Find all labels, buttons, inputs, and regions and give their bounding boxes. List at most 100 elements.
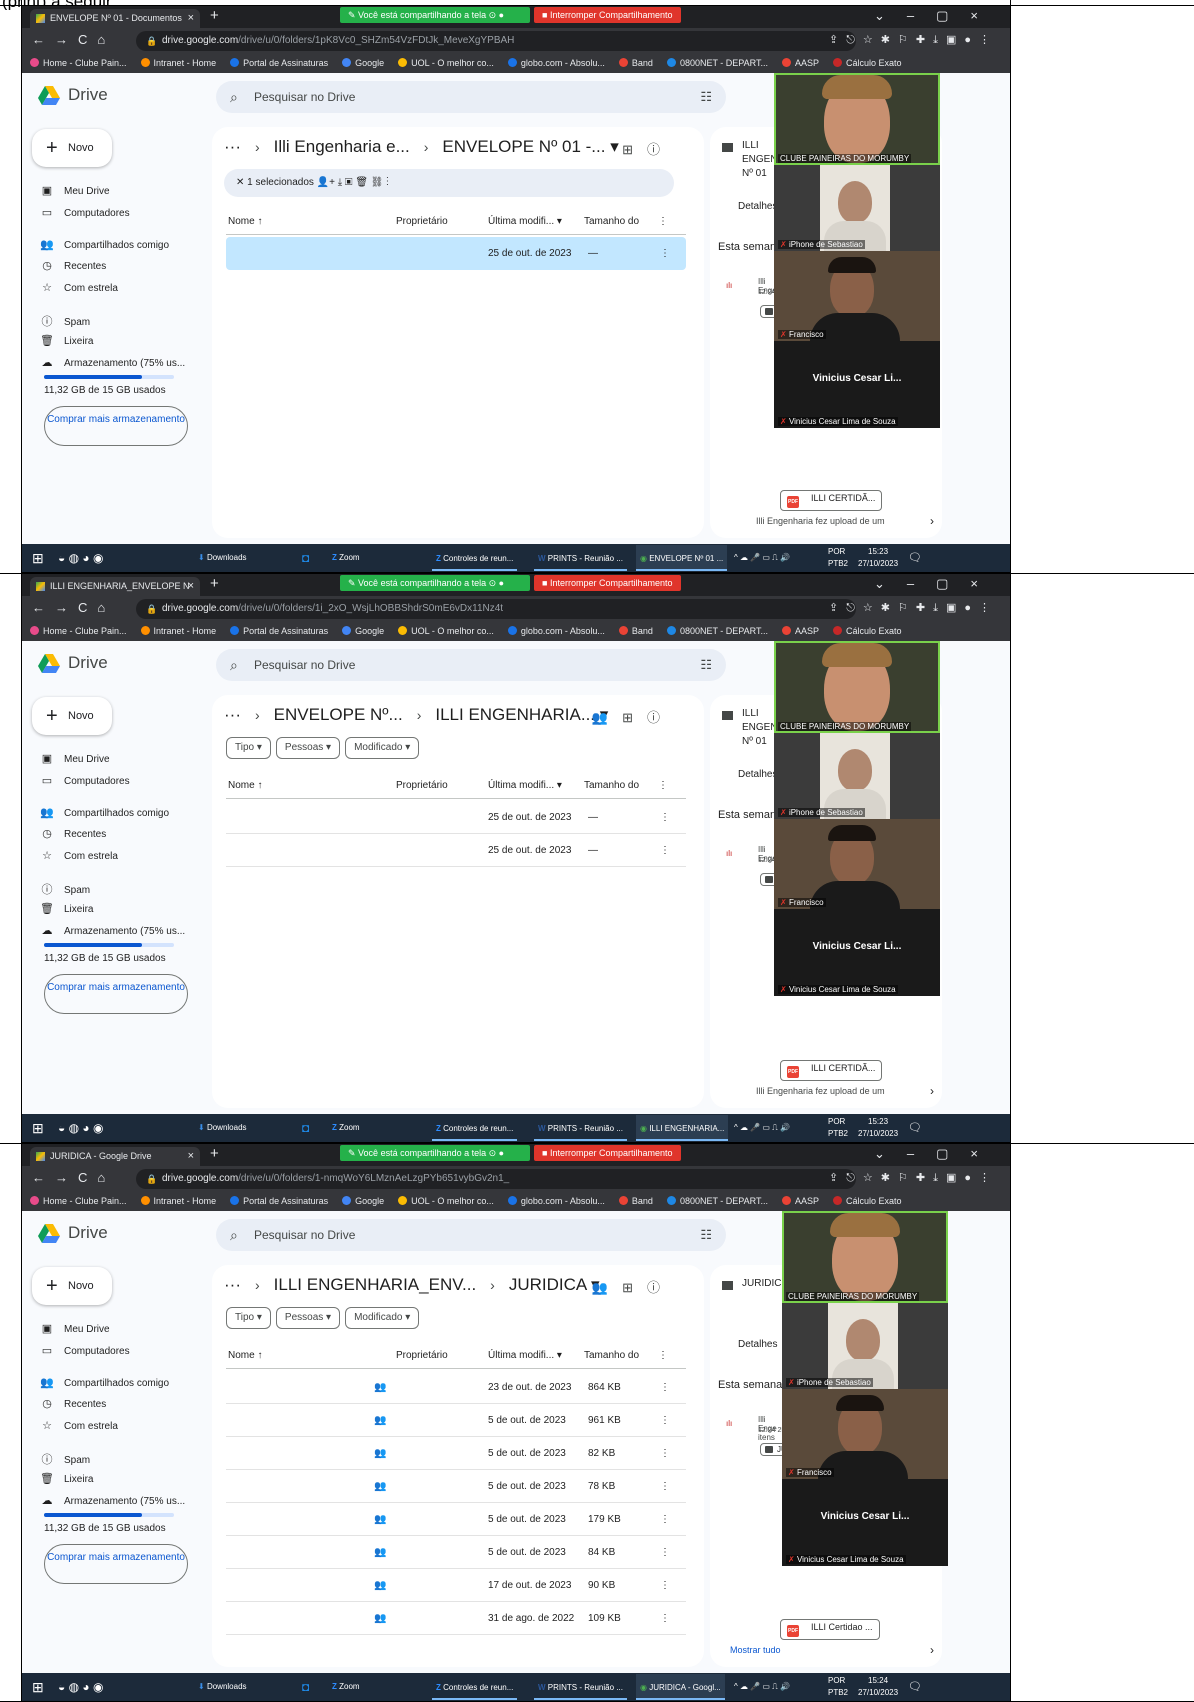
bookmark-item[interactable]: globo.com - Absolu...	[507, 58, 605, 68]
bookmark-item[interactable]: Intranet - Home	[140, 626, 216, 636]
activity-file-chip[interactable]: PDF ILLI CERTIDÃ...	[780, 1060, 883, 1081]
navigation-buttons[interactable]: ←→C⌂	[32, 600, 115, 615]
row-more-icon[interactable]: ⋮	[660, 1470, 670, 1503]
filter-options-icon[interactable]: ☷	[700, 1219, 712, 1251]
outlook-icon[interactable]: ◘	[302, 544, 309, 572]
url-field[interactable]: 🔒 drive.google.com/drive/u/0/folders/1-nm…	[136, 1169, 856, 1189]
sidebar-item-storage[interactable]: ☁ Armazenamento (75% us...	[40, 924, 186, 937]
activity-file-chip[interactable]: PDF ILLI Certidao ...	[780, 1619, 880, 1640]
video-tile[interactable]: Vinicius Cesar Li... ✗ Vinicius Cesar Lim…	[774, 909, 940, 996]
bookmark-item[interactable]: Portal de Assinaturas	[230, 626, 328, 636]
notifications-icon[interactable]: 🗨	[908, 544, 922, 572]
window-controls[interactable]: ⌄–▢×	[874, 576, 1000, 592]
sidebar-item-trash[interactable]: 🗑 Lixeira	[40, 902, 93, 915]
close-tab-icon[interactable]: ×	[188, 9, 194, 28]
sidebar-item-starred[interactable]: ☆ Com estrela	[40, 281, 118, 294]
video-tile[interactable]: ✗ Francisco	[774, 819, 940, 909]
bookmark-item[interactable]: Home - Clube Pain...	[30, 626, 127, 636]
navigation-buttons[interactable]: ←→C⌂	[32, 1170, 115, 1185]
table-row[interactable]: PDFILLI Certidao Simplifi...👥ılıIlli Eng…	[226, 1503, 686, 1536]
outlook-icon[interactable]: ◘	[302, 1114, 309, 1142]
filter-chip[interactable]: Tipo ▾	[226, 1307, 271, 1329]
pinned-apps-icons[interactable]: ◒ ◍ ◕ ◉	[58, 544, 103, 572]
table-row[interactable]: PDFILLI Certidão Trabalhi...👥ılıIlli Eng…	[226, 1536, 686, 1569]
notifications-icon[interactable]: 🗨	[908, 1673, 922, 1701]
bookmark-item[interactable]: Google	[342, 58, 384, 68]
pencil-icon[interactable]: ✎	[348, 1148, 358, 1158]
sidebar-item-spam[interactable]: ⓘ Spam	[40, 1451, 91, 1467]
windows-start-icon[interactable]: ⊞	[32, 1114, 44, 1142]
filter-chip[interactable]: Tipo ▾	[226, 737, 271, 759]
bookmark-item[interactable]: Portal de Assinaturas	[230, 1196, 328, 1206]
taskbar-zoom[interactable]: Z Zoom	[332, 544, 360, 572]
row-more-icon[interactable]: ⋮	[660, 1602, 670, 1635]
bookmark-item[interactable]: Band	[618, 58, 653, 68]
system-tray-icons[interactable]: ^ ☁ 🎤 ▭ ⎍ 🔊	[734, 544, 790, 572]
breadcrumb-current[interactable]: ENVELOPE Nº 01 -...	[442, 137, 605, 156]
view-toggle-icons[interactable]: 👥⊞ⓘ	[592, 1277, 674, 1296]
new-button[interactable]: + Novo	[32, 697, 112, 735]
video-tile[interactable]: ✗ iPhone de Sebastiao	[774, 165, 940, 251]
taskbar-zoom[interactable]: Z Zoom	[332, 1673, 360, 1701]
table-row[interactable]: TÉCNICAılıIlli Engenharia25 de out. de 2…	[226, 834, 686, 867]
pencil-icon[interactable]: ✎	[348, 578, 358, 588]
new-button[interactable]: + Novo	[32, 129, 112, 167]
taskbar-chrome-active[interactable]: ◉ JURIDICA - Googl...	[636, 1674, 725, 1700]
bookmark-item[interactable]: Band	[618, 626, 653, 636]
table-row[interactable]: PDFILLI CERTIFICADO DE...👥ılıIlli Engenh…	[226, 1569, 686, 1602]
taskbar-downloads[interactable]: ⬇ Downloads	[198, 544, 247, 572]
details-tab[interactable]: Detalhes	[738, 1339, 777, 1350]
column-modified[interactable]: Última modifi... ▾	[488, 209, 562, 235]
system-tray-icons[interactable]: ^ ☁ 🎤 ▭ ⎍ 🔊	[734, 1673, 790, 1701]
sidebar-item-starred[interactable]: ☆ Com estrela	[40, 1419, 118, 1432]
browser-tab[interactable]: ENVELOPE Nº 01 - Documentos ×	[30, 9, 200, 28]
taskbar-downloads[interactable]: ⬇ Downloads	[198, 1673, 247, 1701]
taskbar-word[interactable]: W PRINTS - Reunião ...	[534, 1115, 627, 1141]
row-more-icon[interactable]: ⋮	[660, 1371, 670, 1404]
taskbar-downloads[interactable]: ⬇ Downloads	[198, 1114, 247, 1142]
sidebar-item-computers[interactable]: ▭ Computadores	[40, 1344, 130, 1357]
filter-options-icon[interactable]: ☷	[700, 81, 712, 113]
column-menu-icon[interactable]: ⋮	[658, 209, 668, 235]
breadcrumb-current[interactable]: JURIDICA	[509, 1275, 586, 1294]
bookmark-item[interactable]: Cálculo Exato	[833, 58, 902, 68]
notifications-icon[interactable]: 🗨	[908, 1114, 922, 1142]
window-controls[interactable]: ⌄–▢×	[874, 1146, 1000, 1162]
taskbar-chrome-active[interactable]: ◉ ENVELOPE Nº 01 ...	[636, 545, 728, 571]
video-tile[interactable]: ✗ iPhone de Sebastiao	[782, 1303, 948, 1389]
sidebar-item-my-drive[interactable]: ▣ Meu Drive	[40, 752, 110, 765]
drive-logo[interactable]: Drive	[38, 1223, 108, 1243]
chevron-right-icon[interactable]: ›	[930, 1084, 934, 1098]
video-tile[interactable]: Vinicius Cesar Li... ✗ Vinicius Cesar Lim…	[774, 341, 940, 428]
pinned-apps-icons[interactable]: ◒ ◍ ◕ ◉	[58, 1114, 103, 1142]
column-menu-icon[interactable]: ⋮	[658, 773, 668, 799]
bookmark-item[interactable]: UOL - O melhor co...	[398, 626, 494, 636]
bookmark-item[interactable]: 0800NET - DEPART...	[666, 626, 768, 636]
filter-options-icon[interactable]: ☷	[700, 649, 712, 681]
filter-chip[interactable]: Pessoas ▾	[275, 1307, 341, 1329]
taskbar-meeting-controls[interactable]: Z Controles de reun...	[432, 1115, 518, 1141]
more-path-icon[interactable]: ···	[224, 137, 241, 156]
video-tile[interactable]: Vinicius Cesar Li... ✗ Vinicius Cesar Lim…	[782, 1479, 948, 1566]
sidebar-item-starred[interactable]: ☆ Com estrela	[40, 849, 118, 862]
stop-sharing-button[interactable]: ■ Interromper Compartilhamento	[534, 575, 681, 591]
breadcrumb-parent[interactable]: Illi Engenharia e...	[274, 137, 410, 156]
breadcrumb-parent[interactable]: ENVELOPE Nº...	[274, 705, 403, 724]
row-more-icon[interactable]: ⋮	[660, 1404, 670, 1437]
new-tab-button[interactable]: +	[210, 1145, 219, 1162]
table-row[interactable]: PDFILLI Certidao estadua...👥ılıIlli Enge…	[226, 1404, 686, 1437]
chevron-down-icon[interactable]: ▾	[605, 137, 619, 156]
column-name[interactable]: Nome ↑	[228, 773, 262, 799]
close-tab-icon[interactable]: ×	[188, 1147, 194, 1166]
filter-chip[interactable]: Modificado ▾	[345, 1307, 420, 1329]
bookmark-item[interactable]: Intranet - Home	[140, 1196, 216, 1206]
sidebar-item-trash[interactable]: 🗑 Lixeira	[40, 334, 93, 347]
navigation-buttons[interactable]: ←→C⌂	[32, 32, 115, 47]
row-more-icon[interactable]: ⋮	[660, 801, 670, 834]
browser-tab[interactable]: JURIDICA - Google Drive ×	[30, 1147, 200, 1166]
sidebar-item-computers[interactable]: ▭ Computadores	[40, 774, 130, 787]
column-modified[interactable]: Última modifi... ▾	[488, 773, 562, 799]
column-name[interactable]: Nome ↑	[228, 209, 262, 235]
row-more-icon[interactable]: ⋮	[660, 237, 670, 270]
activity-file-chip[interactable]: PDF ILLI CERTIDÃ...	[780, 490, 883, 511]
